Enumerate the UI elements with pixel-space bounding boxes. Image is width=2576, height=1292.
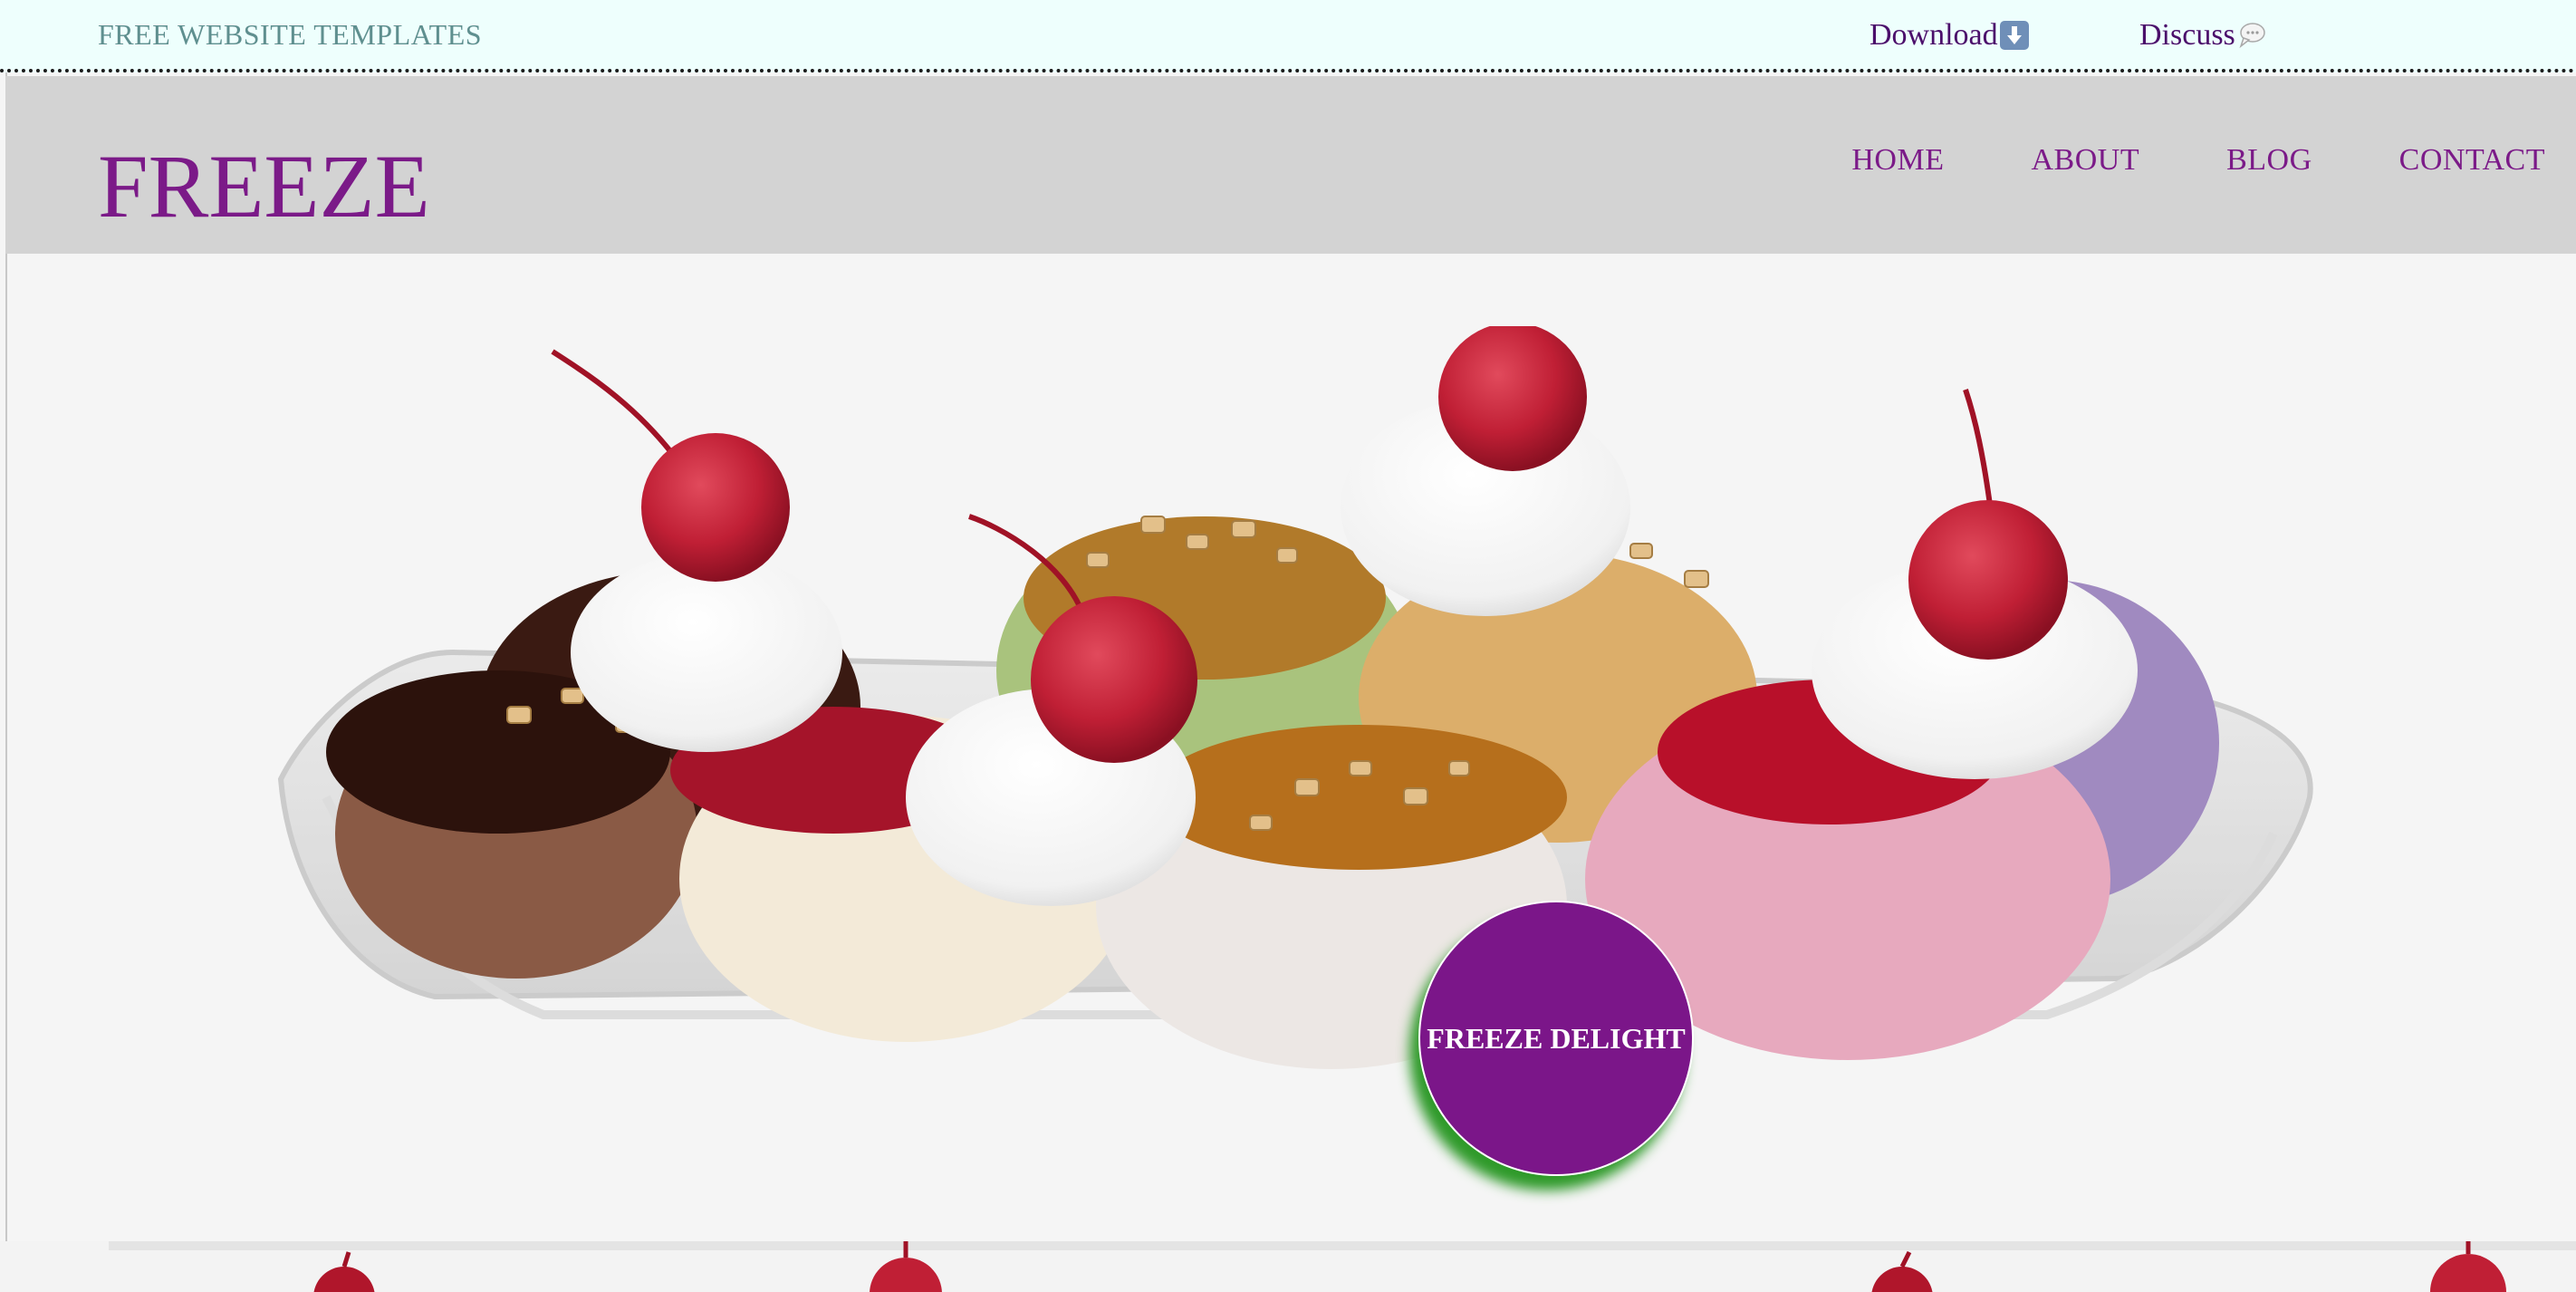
nav-about[interactable]: ABOUT bbox=[2031, 143, 2139, 178]
freeze-delight-badge[interactable]: FREEZE DELIGHT bbox=[1418, 901, 1694, 1176]
download-label: Download bbox=[1870, 18, 1998, 52]
nav-blog[interactable]: BLOG bbox=[2226, 143, 2312, 178]
ice-cream-sundae-image bbox=[277, 326, 2313, 1069]
discuss-link[interactable]: Discuss bbox=[2139, 18, 2266, 53]
free-website-templates-link[interactable]: FREE WEBSITE TEMPLATES bbox=[98, 18, 482, 52]
nav-contact[interactable]: CONTACT bbox=[2399, 143, 2545, 178]
site-logo[interactable]: FREEZE bbox=[98, 141, 430, 232]
download-link[interactable]: Download bbox=[1870, 18, 2029, 53]
site-header: FREEZE HOME ABOUT BLOG CONTACT bbox=[5, 76, 2576, 254]
left-edge-line bbox=[5, 72, 7, 1292]
bottom-decor-strip bbox=[0, 1241, 2576, 1292]
download-icon bbox=[1999, 21, 2029, 50]
nav-home[interactable]: HOME bbox=[1851, 143, 1944, 178]
chat-bubble-icon bbox=[2237, 22, 2266, 49]
top-bar: FREE WEBSITE TEMPLATES Download Discuss bbox=[0, 0, 2576, 72]
page: FREE WEBSITE TEMPLATES Download Discuss bbox=[0, 0, 2576, 1292]
discuss-label: Discuss bbox=[2139, 18, 2235, 52]
main-nav: HOME ABOUT BLOG CONTACT bbox=[1851, 143, 2545, 178]
